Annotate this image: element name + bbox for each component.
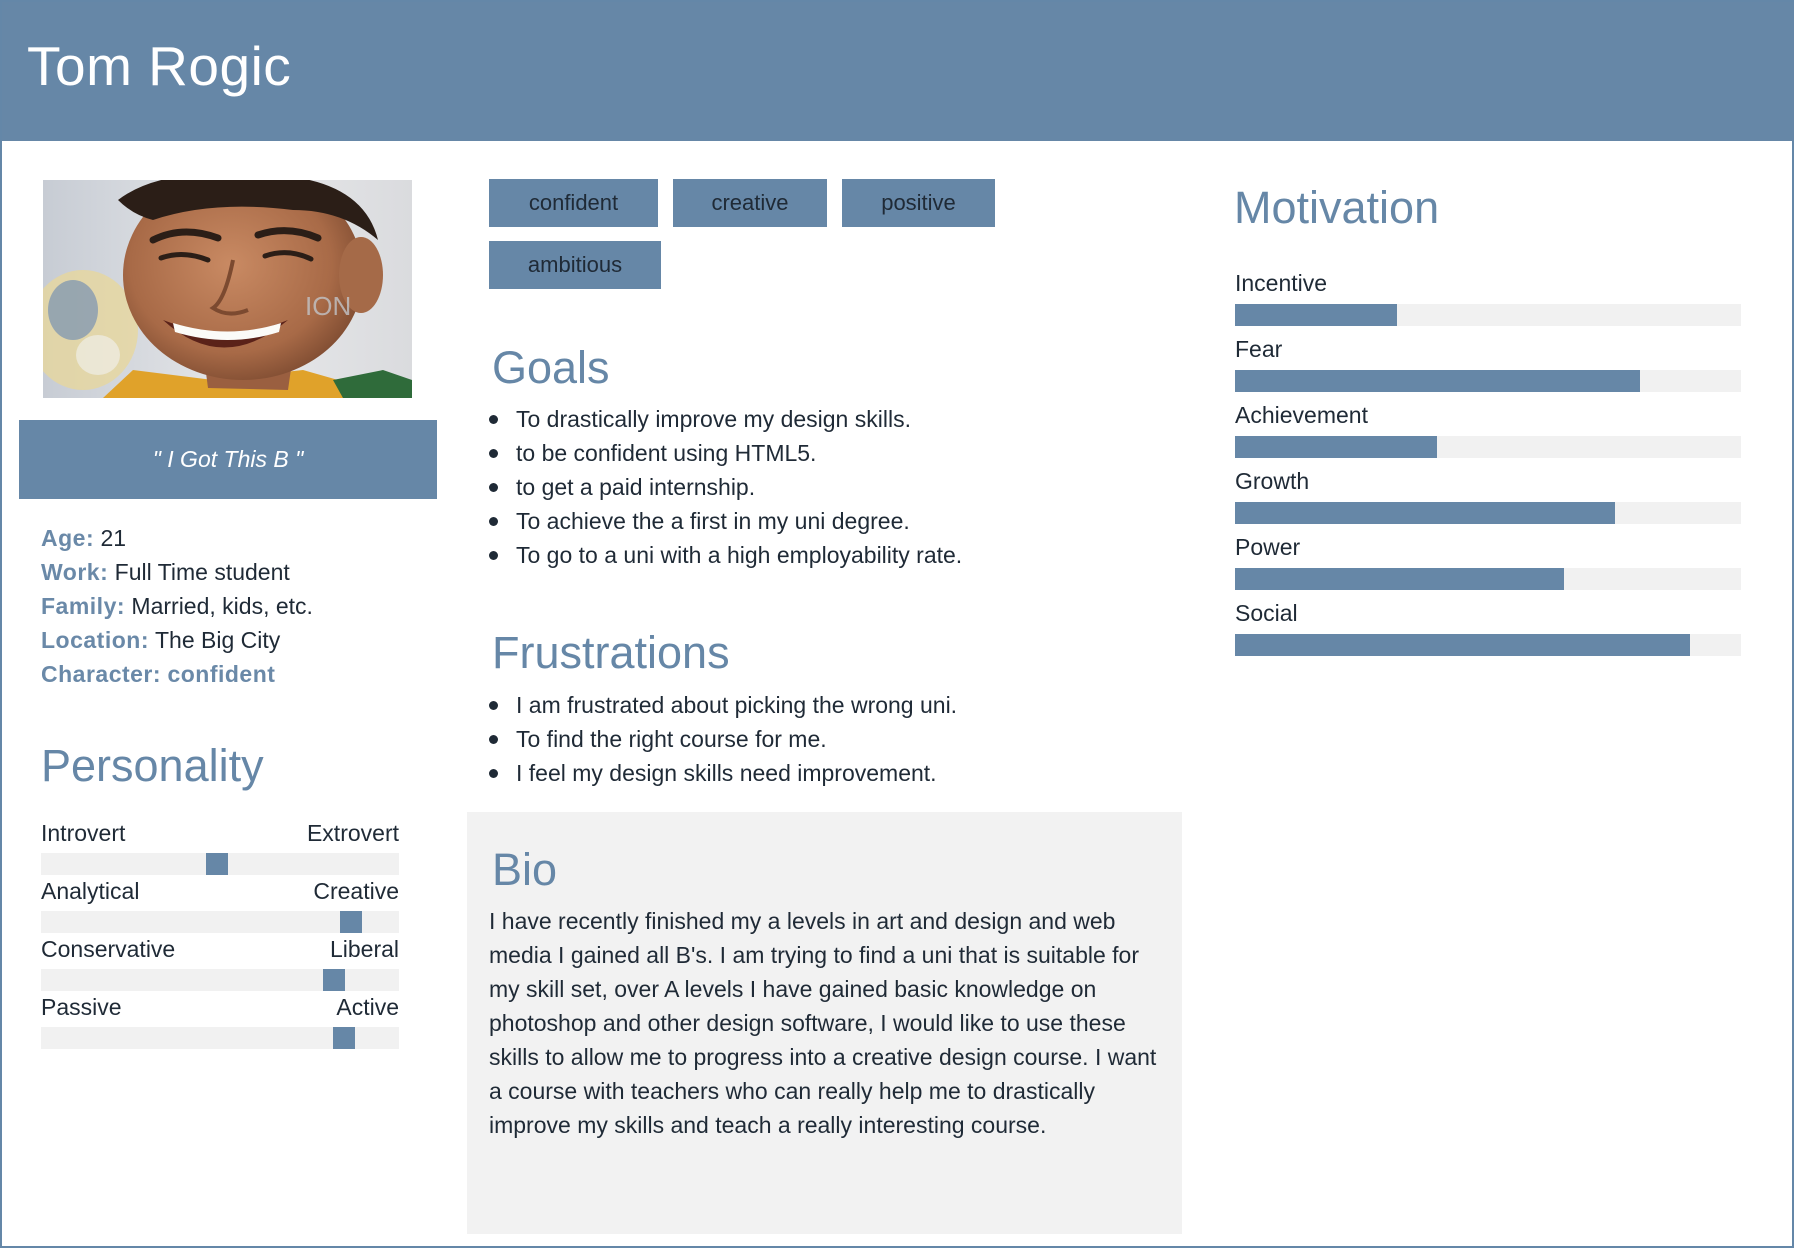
fact-location: Location: The Big City bbox=[41, 623, 313, 657]
persona-quote: " I Got This B " bbox=[19, 420, 437, 499]
fact-value: The Big City bbox=[154, 627, 281, 653]
fact-work: Work: Full Time student bbox=[41, 555, 313, 589]
motivation-label: Fear bbox=[1235, 336, 1283, 362]
personality-scale: Passive Active bbox=[41, 994, 399, 1052]
motivation-fill bbox=[1235, 436, 1437, 458]
bio-text: I have recently finished my a levels in … bbox=[489, 908, 1157, 1138]
list-item: To drastically improve my design skills. bbox=[489, 402, 962, 436]
scale-right-label: Extrovert bbox=[306, 820, 399, 846]
persona-card: Tom Rogic ION " I Got This B " Age: 21 W… bbox=[0, 0, 1794, 1248]
fact-character: Character: confident bbox=[41, 657, 313, 691]
motivation-bars: Incentive Fear Achievement Growth Power … bbox=[1235, 264, 1741, 660]
fact-label: Age: bbox=[41, 525, 95, 551]
scale-right-label: Active bbox=[336, 994, 399, 1020]
motivation-row: Incentive bbox=[1235, 264, 1741, 330]
motivation-row: Growth bbox=[1235, 462, 1741, 528]
motivation-label: Incentive bbox=[1235, 270, 1328, 296]
trait-tag: confident bbox=[489, 179, 658, 227]
scale-marker bbox=[323, 969, 345, 991]
scale-left-label: Conservative bbox=[41, 936, 176, 962]
motivation-label: Growth bbox=[1235, 468, 1310, 494]
personality-scale: Analytical Creative bbox=[41, 878, 399, 936]
trait-tag: positive bbox=[842, 179, 995, 227]
bio-panel: Bio I have recently finished my a levels… bbox=[467, 812, 1182, 1234]
scale-track bbox=[41, 969, 399, 991]
frustrations-list: I am frustrated about picking the wrong … bbox=[489, 688, 957, 790]
fact-label: Work: bbox=[41, 559, 109, 585]
fact-age: Age: 21 bbox=[41, 521, 313, 555]
scale-marker bbox=[340, 911, 362, 933]
motivation-row: Achievement bbox=[1235, 396, 1741, 462]
motivation-row: Social bbox=[1235, 594, 1741, 660]
scale-marker bbox=[333, 1027, 355, 1049]
fact-value: 21 bbox=[100, 525, 127, 551]
motivation-label: Power bbox=[1235, 534, 1301, 560]
personality-title: Personality bbox=[41, 740, 264, 791]
fact-value: Full Time student bbox=[114, 559, 290, 585]
goals-title: Goals bbox=[492, 342, 610, 393]
frustrations-title: Frustrations bbox=[492, 627, 730, 678]
motivation-fill bbox=[1235, 370, 1640, 392]
personality-scales: Introvert Extrovert Analytical Creative … bbox=[41, 820, 399, 1052]
list-item: I feel my design skills need improvement… bbox=[489, 756, 957, 790]
motivation-fill bbox=[1235, 568, 1564, 590]
scale-left-label: Introvert bbox=[41, 820, 126, 846]
fact-label: Location: bbox=[41, 627, 149, 653]
motivation-fill bbox=[1235, 304, 1397, 326]
list-item: to get a paid internship. bbox=[489, 470, 962, 504]
list-item: I am frustrated about picking the wrong … bbox=[489, 688, 957, 722]
header-bar: Tom Rogic bbox=[2, 2, 1794, 141]
profile-photo: ION bbox=[43, 180, 412, 398]
bio-title: Bio bbox=[492, 844, 558, 895]
personality-scale: Introvert Extrovert bbox=[41, 820, 399, 878]
goals-list: To drastically improve my design skills.… bbox=[489, 402, 962, 572]
list-item: to be confident using HTML5. bbox=[489, 436, 962, 470]
motivation-row: Power bbox=[1235, 528, 1741, 594]
svg-text:ION: ION bbox=[305, 291, 351, 321]
personality-scale: Conservative Liberal bbox=[41, 936, 399, 994]
list-item: To achieve the a first in my uni degree. bbox=[489, 504, 962, 538]
fact-label: Character: bbox=[41, 661, 162, 687]
motivation-title: Motivation bbox=[1234, 182, 1440, 233]
scale-left-label: Passive bbox=[41, 994, 122, 1020]
scale-marker bbox=[206, 853, 228, 875]
list-item: To find the right course for me. bbox=[489, 722, 957, 756]
fact-family: Family: Married, kids, etc. bbox=[41, 589, 313, 623]
scale-right-label: Creative bbox=[313, 878, 399, 904]
fact-value: confident bbox=[167, 661, 276, 687]
scale-right-label: Liberal bbox=[329, 936, 399, 962]
motivation-fill bbox=[1235, 502, 1615, 524]
trait-tag: ambitious bbox=[489, 241, 661, 289]
motivation-label: Social bbox=[1235, 600, 1298, 626]
facts-list: Age: 21 Work: Full Time student Family: … bbox=[41, 521, 313, 691]
persona-name: Tom Rogic bbox=[27, 35, 292, 97]
fact-label: Family: bbox=[41, 593, 126, 619]
scale-left-label: Analytical bbox=[41, 878, 140, 904]
motivation-label: Achievement bbox=[1235, 402, 1368, 428]
fact-value: Married, kids, etc. bbox=[131, 593, 313, 619]
motivation-row: Fear bbox=[1235, 330, 1741, 396]
list-item: To go to a uni with a high employability… bbox=[489, 538, 962, 572]
trait-tag: creative bbox=[673, 179, 827, 227]
motivation-fill bbox=[1235, 634, 1690, 656]
